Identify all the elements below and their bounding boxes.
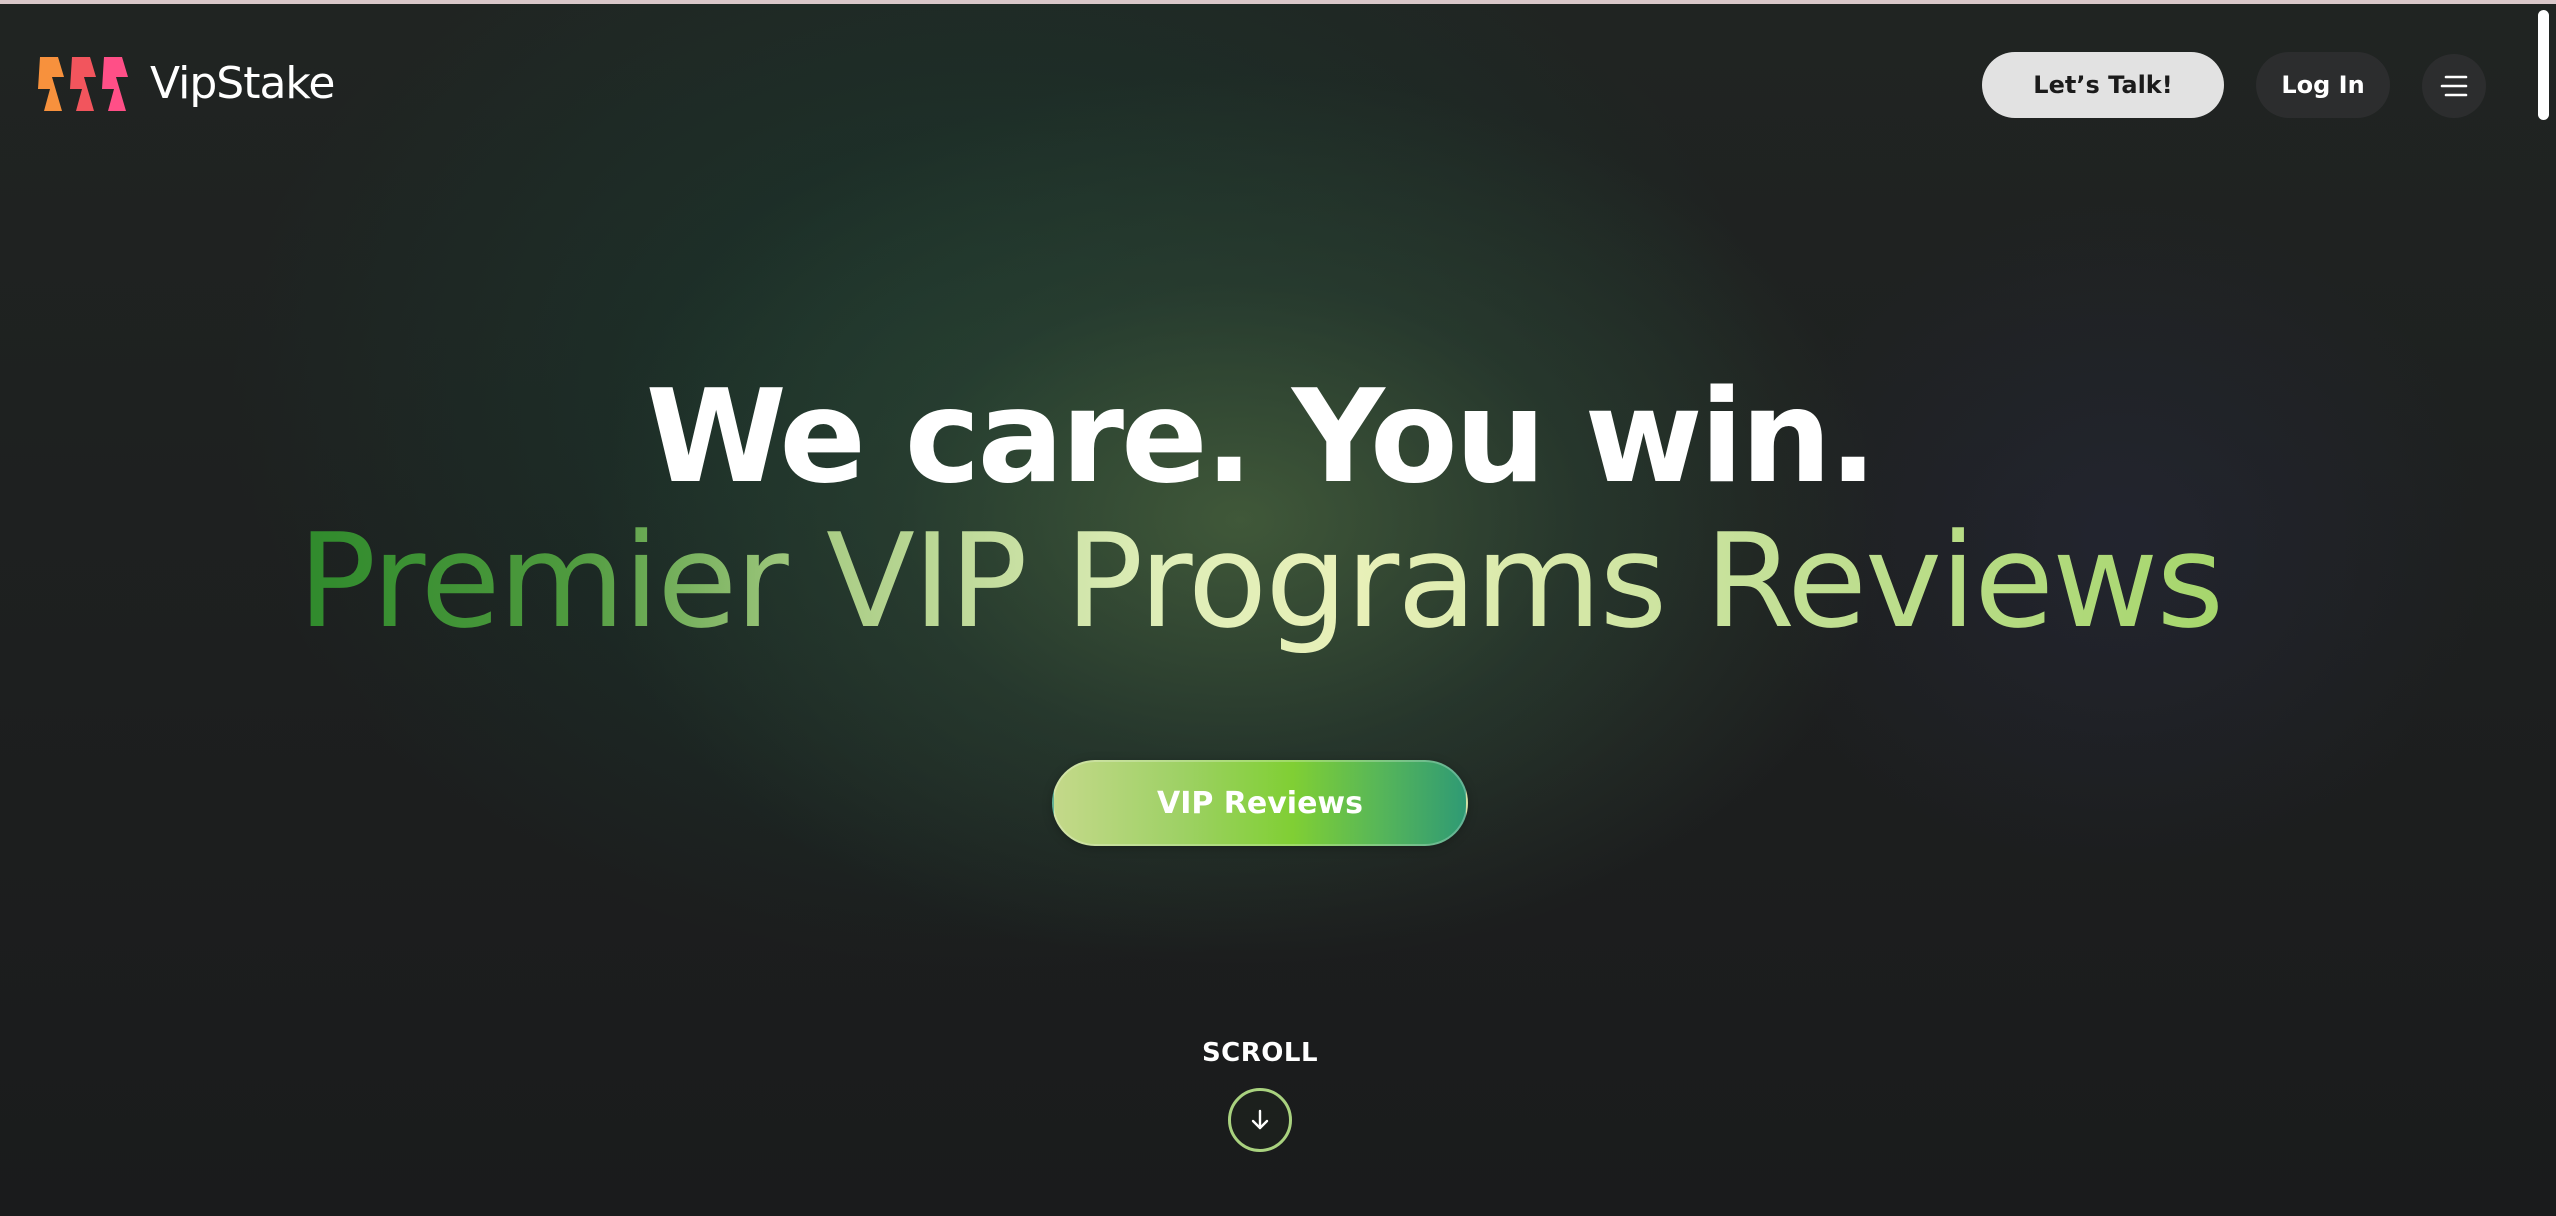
hero-subheadline: Premier VIP Programs Reviews (0, 510, 2520, 653)
vip-reviews-button[interactable]: VIP Reviews (1052, 760, 1468, 846)
hero-headline: We care. You win. (645, 363, 1878, 512)
arrow-down-icon (1251, 1109, 1269, 1130)
scrollbar-thumb[interactable] (2538, 10, 2549, 120)
page: VipStake Let’s Talk! Log In We care. You… (0, 0, 2556, 1216)
scroll-label: SCROLL (1201, 1038, 1319, 1068)
hero-section: We care. You win. Premier VIP Programs R… (0, 0, 2530, 1216)
page-scrollbar[interactable] (2530, 4, 2556, 1216)
scroll-down-button[interactable] (1228, 1088, 1292, 1152)
hero-subheadline-text: Premier VIP Programs Reviews (297, 505, 2224, 657)
